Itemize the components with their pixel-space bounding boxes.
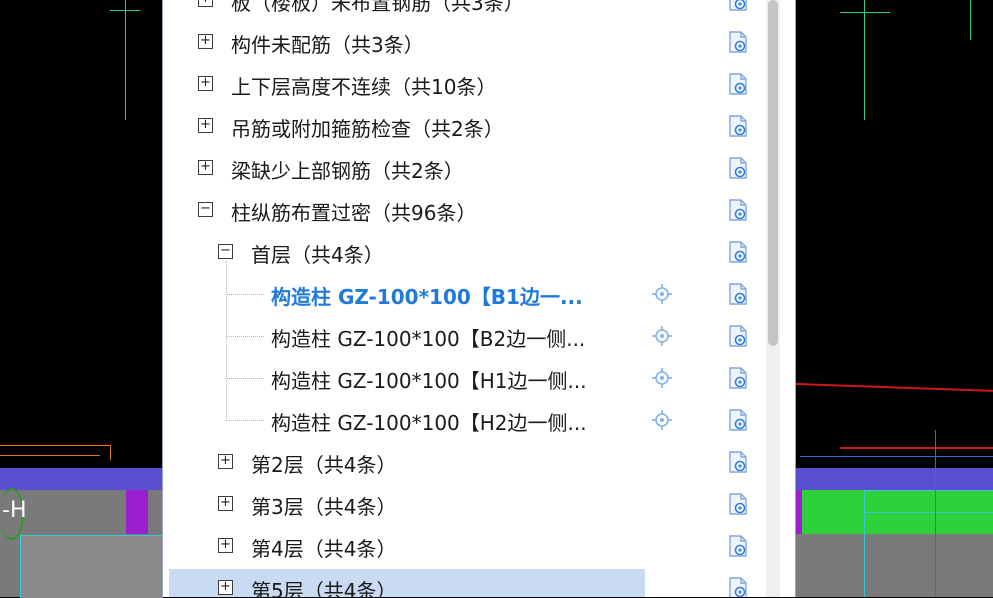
cad-orange-line-1: [0, 445, 110, 446]
tree-item-label: 构造柱 GZ-100*100【H2边一侧...: [271, 411, 587, 435]
cad-axis-label: -H: [2, 498, 27, 523]
expand-icon[interactable]: +: [198, 76, 213, 91]
cad-magenta-strip-right: [796, 490, 802, 534]
cad-blue-line: [800, 456, 993, 457]
tree-item-label: 板（楼板）未布置钢筋（共3条）: [231, 0, 524, 15]
cad-orange-line-2: [0, 455, 100, 456]
tree-connector: [226, 336, 264, 337]
document-icon[interactable]: [726, 114, 750, 138]
tree-item-error[interactable]: 构造柱 GZ-100*100【H1边一侧...: [163, 357, 763, 399]
tree-item-label: 柱纵筋布置过密（共96条）: [231, 201, 477, 225]
tree-item-group[interactable]: + 上下层高度不连续（共10条）: [163, 63, 763, 105]
cad-green-vertical-right: [864, 0, 865, 120]
tree-item-label: 梁缺少上部钢筋（共2条）: [231, 159, 464, 183]
expand-icon[interactable]: +: [198, 34, 213, 49]
tree-connector: [226, 420, 264, 421]
selection-highlight: [169, 569, 645, 597]
tree-item-group[interactable]: − 柱纵筋布置过密（共96条）: [163, 189, 763, 231]
cad-green-vertical-right-2: [970, 0, 971, 40]
cad-green-vertical-left: [125, 0, 126, 120]
tree-item-label: 构造柱 GZ-100*100【B1边一...: [271, 285, 583, 309]
tree-item-label: 第3层（共4条）: [251, 495, 397, 519]
tree-item-label: 上下层高度不连续（共10条）: [231, 75, 497, 99]
expand-icon[interactable]: +: [218, 538, 233, 553]
tree-item-group[interactable]: + 构件未配筋（共3条）: [163, 21, 763, 63]
tree-item-error[interactable]: 构造柱 GZ-100*100【H2边一侧...: [163, 399, 763, 441]
tree-item-label: 构件未配筋（共3条）: [231, 33, 424, 57]
cad-green-tick-right: [840, 12, 890, 13]
expand-icon[interactable]: +: [218, 496, 233, 511]
tree-item-group[interactable]: + 梁缺少上部钢筋（共2条）: [163, 147, 763, 189]
document-icon[interactable]: [726, 282, 750, 306]
document-icon[interactable]: [726, 30, 750, 54]
tree-connector: [226, 378, 264, 379]
tree-item-error[interactable]: 构造柱 GZ-100*100【B2边一侧...: [163, 315, 763, 357]
document-icon[interactable]: [726, 156, 750, 180]
tree-item-label: 构造柱 GZ-100*100【B2边一侧...: [271, 327, 586, 351]
tree-item-label: 第2层（共4条）: [251, 453, 397, 477]
tree-item-group[interactable]: − 首层（共4条）: [163, 231, 763, 273]
locate-icon[interactable]: [651, 367, 673, 389]
tree-item-group[interactable]: + 第2层（共4条）: [163, 441, 763, 483]
document-icon[interactable]: [726, 198, 750, 222]
document-icon[interactable]: [726, 324, 750, 348]
tree-item-label: 第5层（共4条）: [251, 579, 397, 597]
cad-cyan-line-3: [864, 490, 865, 597]
cad-blue-vertical: [935, 430, 936, 597]
cad-gray-block-right: [796, 534, 993, 597]
document-icon[interactable]: [726, 0, 750, 12]
cad-purple-band-left: [0, 468, 162, 490]
tree-item-group[interactable]: + 吊筋或附加箍筋检查（共2条）: [163, 105, 763, 147]
cad-red-line-1: [795, 383, 993, 392]
document-icon[interactable]: [726, 534, 750, 558]
tree-item-group[interactable]: + 第5层（共4条）: [163, 567, 763, 597]
document-icon[interactable]: [726, 450, 750, 474]
locate-icon[interactable]: [651, 283, 673, 305]
cad-cyan-line-2: [864, 512, 993, 513]
tree-item-group[interactable]: + 板（楼板）未布置钢筋（共3条）: [163, 0, 763, 21]
tree-item-error[interactable]: 构造柱 GZ-100*100【B1边一...: [163, 273, 763, 315]
tree-item-label: 构造柱 GZ-100*100【H1边一侧...: [271, 369, 587, 393]
vertical-scrollbar[interactable]: [766, 0, 780, 597]
document-icon[interactable]: [726, 240, 750, 264]
expand-icon[interactable]: +: [198, 0, 213, 7]
tree-item-group[interactable]: + 第4层（共4条）: [163, 525, 763, 567]
cad-magenta-block-left: [126, 490, 148, 534]
expand-icon[interactable]: +: [198, 160, 213, 175]
cad-purple-band-right: [796, 468, 993, 490]
tree-connector: [226, 294, 264, 295]
expand-icon[interactable]: +: [198, 118, 213, 133]
tree-item-label: 首层（共4条）: [251, 243, 384, 267]
cad-gray-inner-left: [20, 535, 163, 598]
cad-cyan-line-1: [864, 490, 993, 491]
document-icon[interactable]: [726, 576, 750, 597]
collapse-icon[interactable]: −: [218, 244, 233, 259]
scrollbar-thumb[interactable]: [768, 0, 778, 346]
cad-red-line-2: [840, 447, 993, 449]
locate-icon[interactable]: [651, 325, 673, 347]
collapse-icon[interactable]: −: [198, 202, 213, 217]
cad-orange-line-3: [110, 445, 111, 460]
document-icon[interactable]: [726, 408, 750, 432]
document-icon[interactable]: [726, 72, 750, 96]
document-icon[interactable]: [726, 492, 750, 516]
expand-icon[interactable]: +: [218, 580, 233, 595]
cad-green-tick-left: [110, 10, 140, 11]
tree-item-group[interactable]: + 第3层（共4条）: [163, 483, 763, 525]
check-results-panel[interactable]: + 板（楼板）未布置钢筋（共3条） + 构件未配筋（共3条） + 上下层高度不连续（共10…: [162, 0, 796, 597]
tree-connector-vertical: [226, 261, 227, 421]
expand-icon[interactable]: +: [218, 454, 233, 469]
locate-icon[interactable]: [651, 409, 673, 431]
document-icon[interactable]: [726, 366, 750, 390]
tree-item-label: 第4层（共4条）: [251, 537, 397, 561]
tree-item-label: 吊筋或附加箍筋检查（共2条）: [231, 117, 504, 141]
